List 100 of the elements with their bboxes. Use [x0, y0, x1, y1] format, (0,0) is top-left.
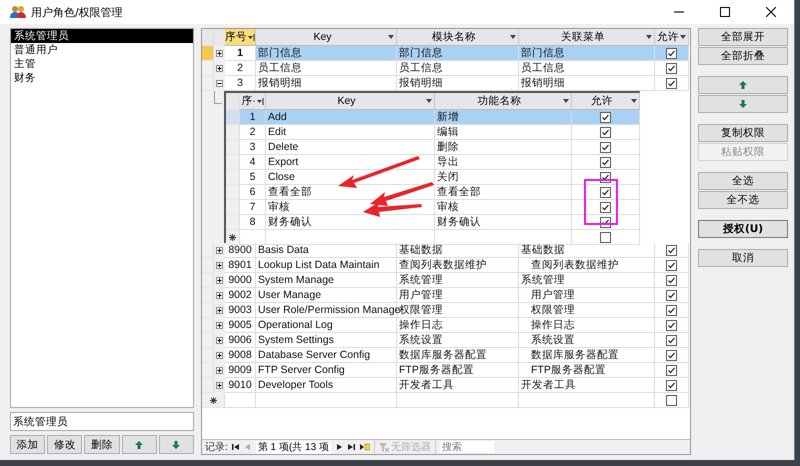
table-cell: 用户管理 [397, 288, 519, 303]
column-header[interactable]: 序· [240, 93, 266, 110]
row-selector[interactable] [226, 230, 240, 245]
expand-icon[interactable] [216, 367, 223, 374]
dropdown-icon [563, 99, 569, 103]
dropdown-icon [680, 35, 686, 39]
role-item[interactable]: 主管 [11, 57, 193, 71]
role-item[interactable]: 财务 [11, 71, 193, 85]
table-cell: 部门信息 [256, 46, 397, 61]
checkbox[interactable] [666, 334, 677, 346]
dropdown-icon [631, 99, 637, 103]
new-record-icon[interactable] [358, 443, 370, 451]
button[interactable]: 添加 [10, 435, 46, 454]
checkbox[interactable] [600, 142, 611, 152]
table-cell: Delete [266, 140, 435, 155]
row-selector[interactable] [202, 393, 225, 408]
table-cell: 1 [240, 110, 266, 125]
table-cell: Developer Tools [256, 378, 397, 393]
collapse-icon[interactable] [216, 80, 223, 87]
column-header[interactable]: 序号 [225, 29, 256, 46]
window-title: 用户角色/权限管理 [31, 4, 123, 20]
button[interactable]: 全不选 [698, 191, 788, 209]
move-up-button[interactable] [122, 435, 157, 454]
checkbox[interactable] [666, 48, 677, 58]
button[interactable]: 全部展开 [698, 28, 788, 46]
last-record-icon[interactable] [346, 443, 355, 451]
table-cell[interactable] [397, 393, 519, 408]
column-header[interactable]: 允许 [572, 93, 640, 110]
checkbox[interactable] [666, 364, 677, 376]
expand-icon[interactable] [216, 382, 223, 389]
expand-icon[interactable] [216, 262, 223, 269]
column-header[interactable]: 关联菜单 [519, 29, 655, 46]
table-cell: 员工信息 [256, 61, 397, 76]
checkbox[interactable] [666, 62, 677, 74]
table-cell: System Manage [256, 273, 397, 288]
role-item[interactable]: 普通用户 [11, 43, 193, 57]
table-cell[interactable] [225, 393, 256, 408]
button[interactable]: 授权(U) [698, 220, 788, 238]
table-cell: 关闭 [435, 170, 572, 185]
checkbox[interactable] [600, 156, 611, 168]
checkbox[interactable] [666, 350, 677, 360]
record-position-field[interactable]: 第 1 项(共 13 项 [256, 440, 331, 454]
first-record-icon[interactable] [232, 443, 240, 451]
next-record-icon[interactable] [334, 443, 343, 451]
column-header[interactable]: 允许 [655, 29, 689, 46]
table-cell: 系统设置 [397, 333, 519, 348]
button[interactable]: 复制权限 [698, 124, 788, 142]
button[interactable]: 修改 [47, 435, 82, 454]
checkbox[interactable] [600, 126, 611, 138]
table-cell[interactable] [435, 230, 572, 245]
button[interactable]: 取消 [698, 249, 788, 267]
table-cell[interactable] [519, 393, 655, 408]
button[interactable]: 全部折叠 [698, 47, 788, 65]
role-item[interactable]: 系统管理员 [11, 29, 193, 43]
expand-icon[interactable] [216, 322, 223, 329]
table-cell: 6 [240, 185, 266, 200]
expand-icon[interactable] [216, 50, 223, 57]
checkbox[interactable] [600, 232, 611, 242]
expand-icon[interactable] [216, 307, 223, 314]
expand-icon[interactable] [216, 65, 223, 72]
checkbox[interactable] [600, 186, 611, 198]
checkbox[interactable] [666, 290, 677, 300]
checkbox[interactable] [600, 202, 611, 212]
table-cell: 数据库服务器配置 [519, 348, 655, 363]
checkbox[interactable] [666, 78, 677, 88]
table-cell[interactable] [256, 393, 397, 408]
column-header[interactable]: 功能名称 [435, 93, 572, 110]
table-cell[interactable] [266, 230, 435, 245]
table-cell: Edit [266, 125, 435, 140]
expand-icon[interactable] [216, 247, 223, 254]
checkbox[interactable] [666, 260, 677, 270]
header-corner [202, 29, 214, 46]
table-cell: 系统管理 [397, 273, 519, 288]
checkbox[interactable] [600, 112, 611, 122]
checkbox[interactable] [666, 394, 677, 406]
checkbox[interactable] [666, 320, 677, 330]
checkbox[interactable] [666, 380, 677, 390]
button[interactable]: 删除 [84, 435, 120, 454]
search-field[interactable]: 搜索 [440, 441, 494, 453]
expand-icon[interactable] [216, 277, 223, 284]
column-header[interactable]: 模块名称 [397, 29, 519, 46]
table-cell: 9006 [225, 333, 256, 348]
table-cell: System Settings [256, 333, 397, 348]
checkbox[interactable] [666, 274, 677, 286]
checkbox[interactable] [666, 304, 677, 316]
table-cell: 开发者工具 [397, 378, 519, 393]
column-header[interactable]: Key [256, 29, 397, 46]
expand-icon[interactable] [216, 292, 223, 299]
expand-icon[interactable] [216, 337, 223, 344]
table-cell: 操作日志 [519, 318, 655, 333]
dropdown-icon [426, 99, 432, 103]
move-down-button[interactable] [158, 435, 194, 454]
role-name-field[interactable]: 系统管理员 [10, 412, 194, 431]
table-cell: Add [266, 110, 435, 125]
checkbox[interactable] [666, 244, 677, 256]
expand-icon[interactable] [216, 352, 223, 359]
table-cell: 数据库服务器配置 [397, 348, 519, 363]
button[interactable]: 全选 [698, 172, 788, 190]
table-cell[interactable] [240, 230, 266, 245]
column-header[interactable]: Key [266, 93, 435, 110]
